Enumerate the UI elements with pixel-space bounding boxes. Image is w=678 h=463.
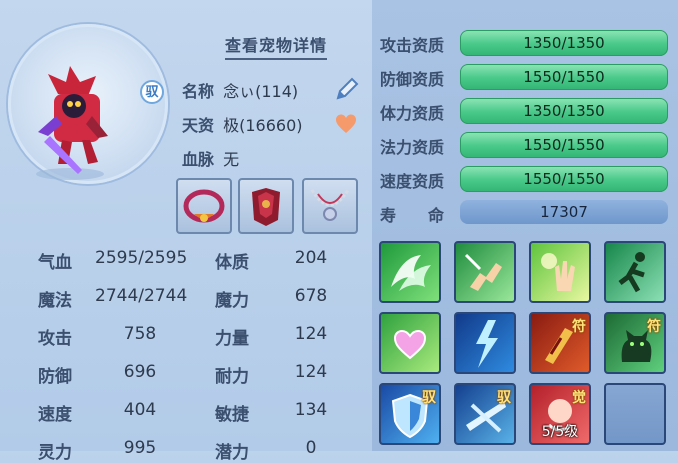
- skill-tag-badge: 符: [647, 319, 661, 335]
- attribute-value: 124: [294, 362, 328, 382]
- stat-value: 758: [123, 324, 157, 344]
- armor-icon: [252, 188, 280, 226]
- stat-value: 995: [123, 438, 157, 458]
- attribute-label: 敏捷: [215, 405, 249, 425]
- heart-skill-icon: [393, 329, 427, 360]
- pet-portrait[interactable]: [8, 24, 168, 184]
- stat-label: 速度: [38, 405, 72, 425]
- stat-label: 防御: [38, 367, 72, 387]
- aptitude-bar: 1350/1350: [460, 98, 668, 124]
- skill-slot[interactable]: 驭: [454, 383, 516, 445]
- equip-slot-collar[interactable]: [176, 178, 232, 234]
- lifespan-bar: 17307: [460, 200, 668, 224]
- stat-label: 攻击: [38, 329, 72, 349]
- view-pet-details-link[interactable]: 查看宠物详情: [225, 32, 328, 60]
- attribute-label: 耐力: [215, 367, 249, 387]
- aptitude-label: 攻击资质: [380, 36, 445, 55]
- skill-slot[interactable]: 驭: [379, 383, 441, 445]
- hand-gesture-skill-icon: [464, 253, 502, 291]
- wings-skill-icon: [391, 255, 431, 291]
- heart-icon[interactable]: [334, 112, 358, 136]
- pet-bloodline-row: 血脉 无: [182, 146, 239, 170]
- lightning-skill-icon: [476, 320, 498, 368]
- skill-tag-badge: 觉: [572, 390, 586, 406]
- mount-badge: 驭: [140, 80, 164, 104]
- skill-tag-badge: 驭: [497, 390, 511, 406]
- skill-tag-badge: 符: [572, 319, 586, 335]
- skill-slot[interactable]: 符: [529, 312, 591, 374]
- attribute-value: 124: [294, 324, 328, 344]
- stat-value: 404: [123, 400, 157, 420]
- attribute-value: 678: [294, 286, 328, 306]
- palm-light-skill-icon: [541, 253, 575, 291]
- running-figure-skill-icon: [618, 252, 645, 293]
- skill-slot[interactable]: [379, 312, 441, 374]
- stat-label: 魔法: [38, 291, 72, 311]
- stat-value: 2744/2744: [95, 286, 188, 306]
- aptitude-bar: 1350/1350: [460, 30, 668, 56]
- edit-name-icon[interactable]: [334, 76, 360, 102]
- stat-label: 气血: [38, 253, 72, 273]
- aptitude-bar: 1550/1550: [460, 132, 668, 158]
- lifespan-label: 寿 命: [380, 206, 445, 225]
- skill-slot[interactable]: [454, 312, 516, 374]
- attribute-value: 134: [294, 400, 328, 420]
- skill-slot[interactable]: [379, 241, 441, 303]
- aptitude-bar: 1550/1550: [460, 166, 668, 192]
- talent-label: 天资: [182, 116, 215, 135]
- bloodline-label: 血脉: [182, 150, 215, 169]
- skill-slot-empty[interactable]: [604, 383, 666, 445]
- attribute-label: 魔力: [215, 291, 249, 311]
- collar-icon: [183, 189, 225, 223]
- aptitude-label: 防御资质: [380, 70, 445, 89]
- skill-slot[interactable]: [454, 241, 516, 303]
- equip-slot-armor[interactable]: [238, 178, 294, 234]
- name-label: 名称: [182, 82, 215, 101]
- pet-name-row: 名称 念ぃ(114): [182, 78, 298, 102]
- skill-tag-badge: 驭: [422, 390, 436, 406]
- attribute-label: 体质: [215, 253, 249, 273]
- stat-value: 696: [123, 362, 157, 382]
- aptitude-label: 体力资质: [380, 104, 445, 123]
- skill-slot[interactable]: 觉 5/5级: [529, 383, 591, 445]
- aptitude-bar: 1550/1550: [460, 64, 668, 90]
- aptitude-label: 法力资质: [380, 138, 445, 157]
- attribute-value: 0: [305, 438, 317, 458]
- skill-slot[interactable]: 符: [604, 312, 666, 374]
- skill-slot[interactable]: [604, 241, 666, 303]
- name-value: 念ぃ(114): [223, 82, 299, 101]
- aptitude-label: 速度资质: [380, 172, 445, 191]
- pet-talent-row: 天资 极(16660): [182, 112, 303, 136]
- necklace-icon: [310, 189, 350, 221]
- equip-slot-necklace[interactable]: [302, 178, 358, 234]
- bloodline-value: 无: [223, 150, 240, 169]
- attribute-label: 力量: [215, 329, 249, 349]
- attribute-value: 204: [294, 248, 328, 268]
- skill-level-text: 5/5级: [541, 424, 579, 440]
- stat-value: 2595/2595: [95, 248, 188, 268]
- talent-value: 极(16660): [223, 116, 303, 135]
- skill-slot[interactable]: [529, 241, 591, 303]
- pet-figure-icon: [36, 66, 108, 180]
